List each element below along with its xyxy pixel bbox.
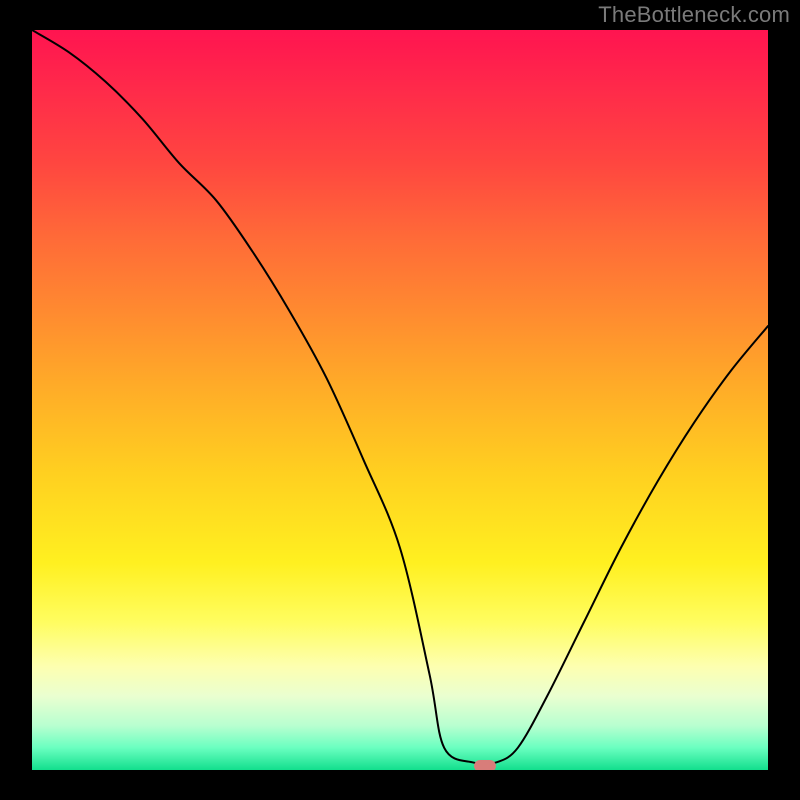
plot-area <box>32 30 768 770</box>
chart-frame: TheBottleneck.com <box>0 0 800 800</box>
watermark-text: TheBottleneck.com <box>598 2 790 28</box>
curve-layer <box>32 30 768 770</box>
optimal-marker <box>474 760 496 770</box>
bottleneck-curve-path <box>32 30 768 764</box>
x-axis-baseline <box>32 770 768 772</box>
